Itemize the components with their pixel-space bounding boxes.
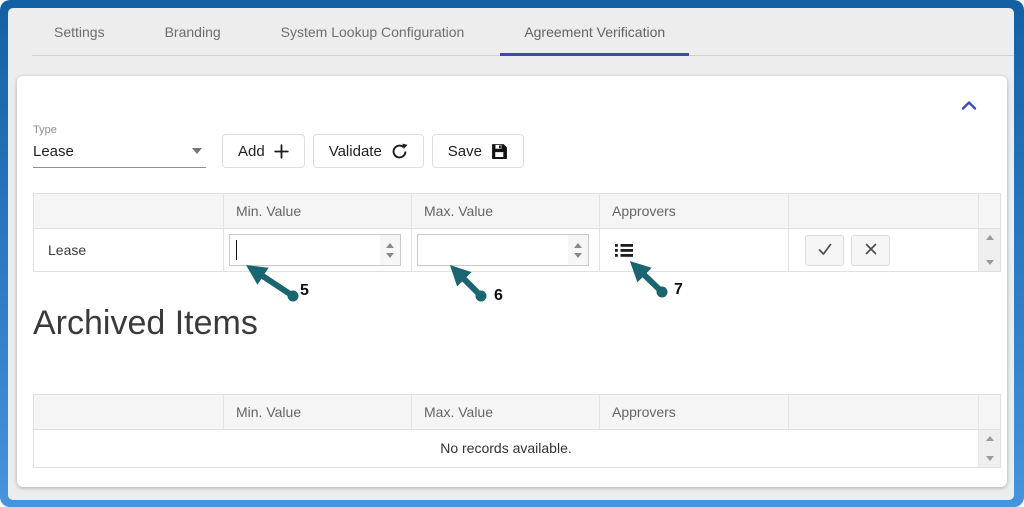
stepper-up-icon[interactable] bbox=[386, 243, 394, 248]
header-cell-approvers: Approvers bbox=[599, 194, 788, 228]
header-cell-max-value: Max. Value bbox=[411, 395, 599, 429]
type-select-label: Type bbox=[33, 124, 206, 136]
chevron-up-icon bbox=[961, 99, 977, 114]
tab-settings[interactable]: Settings bbox=[30, 8, 129, 56]
plus-icon bbox=[274, 144, 289, 159]
collapse-panel-button[interactable] bbox=[961, 100, 977, 111]
archived-table-header-row: Min. Value Max. Value Approvers bbox=[34, 395, 1000, 430]
text-cursor bbox=[236, 240, 237, 260]
table-scrollbar bbox=[978, 430, 1000, 467]
agreements-table-header-row: Min. Value Max. Value Approvers bbox=[34, 194, 1000, 229]
type-select[interactable]: Type Lease bbox=[33, 124, 206, 168]
refresh-icon bbox=[391, 143, 408, 160]
row-type-cell: Lease bbox=[34, 229, 223, 271]
add-button[interactable]: Add bbox=[222, 134, 305, 168]
toolbar: Type Lease Add Validate bbox=[33, 124, 524, 168]
confirm-row-button[interactable] bbox=[805, 235, 844, 266]
stepper-down-icon[interactable] bbox=[386, 253, 394, 258]
tab-branding[interactable]: Branding bbox=[141, 8, 245, 56]
tab-system-lookup-configuration[interactable]: System Lookup Configuration bbox=[257, 8, 489, 56]
max-value-input[interactable] bbox=[417, 234, 589, 266]
save-button[interactable]: Save bbox=[432, 134, 524, 168]
stepper-up-icon[interactable] bbox=[574, 243, 582, 248]
header-cell-approvers: Approvers bbox=[599, 395, 788, 429]
stepper-down-icon[interactable] bbox=[574, 253, 582, 258]
table-row: Lease bbox=[34, 229, 1000, 271]
tab-agreement-verification[interactable]: Agreement Verification bbox=[500, 8, 689, 56]
scroll-up-icon[interactable] bbox=[986, 235, 994, 240]
table-scrollbar bbox=[978, 229, 1000, 271]
scroll-up-icon[interactable] bbox=[986, 436, 994, 441]
type-select-value: Lease bbox=[33, 143, 74, 160]
validate-button[interactable]: Validate bbox=[313, 134, 424, 168]
row-max-value-cell bbox=[411, 229, 599, 271]
header-cell-min-value: Min. Value bbox=[223, 395, 411, 429]
window-frame: Settings Branding System Lookup Configur… bbox=[0, 0, 1024, 507]
floppy-disk-icon bbox=[491, 143, 508, 160]
save-button-label: Save bbox=[448, 143, 482, 160]
close-icon bbox=[862, 240, 880, 261]
min-value-stepper bbox=[380, 235, 400, 265]
header-cell-actions bbox=[788, 194, 978, 228]
header-cell-min-value: Min. Value bbox=[223, 194, 411, 228]
header-cell-scrollbar bbox=[978, 194, 1000, 228]
row-min-value-cell bbox=[223, 229, 411, 271]
cancel-row-button[interactable] bbox=[851, 235, 890, 266]
add-button-label: Add bbox=[238, 143, 265, 160]
archived-items-title: Archived Items bbox=[33, 304, 258, 343]
window-content: Settings Branding System Lookup Configur… bbox=[8, 8, 1014, 500]
scroll-down-icon[interactable] bbox=[986, 260, 994, 265]
header-cell-actions bbox=[788, 395, 978, 429]
agreement-verification-panel: Type Lease Add Validate bbox=[17, 76, 1007, 487]
validate-button-label: Validate bbox=[329, 143, 382, 160]
empty-state-row: No records available. bbox=[34, 430, 1000, 467]
header-cell-max-value: Max. Value bbox=[411, 194, 599, 228]
no-records-message: No records available. bbox=[34, 430, 978, 467]
list-icon bbox=[614, 247, 635, 262]
row-approvers-cell bbox=[599, 229, 788, 271]
header-cell-type bbox=[34, 194, 223, 228]
min-value-input[interactable] bbox=[229, 234, 401, 266]
row-actions-cell bbox=[788, 229, 978, 271]
max-value-stepper bbox=[568, 235, 588, 265]
archived-items-table: Min. Value Max. Value Approvers No recor… bbox=[33, 394, 1001, 468]
header-cell-type bbox=[34, 395, 223, 429]
check-icon bbox=[816, 240, 834, 261]
tab-bar: Settings Branding System Lookup Configur… bbox=[8, 8, 1014, 56]
agreements-table: Min. Value Max. Value Approvers Lease bbox=[33, 193, 1001, 272]
approvers-button[interactable] bbox=[614, 242, 635, 259]
caret-down-icon bbox=[192, 148, 202, 154]
settings-window: Settings Branding System Lookup Configur… bbox=[0, 0, 1024, 507]
scroll-down-icon[interactable] bbox=[986, 456, 994, 461]
header-cell-scrollbar bbox=[978, 395, 1000, 429]
